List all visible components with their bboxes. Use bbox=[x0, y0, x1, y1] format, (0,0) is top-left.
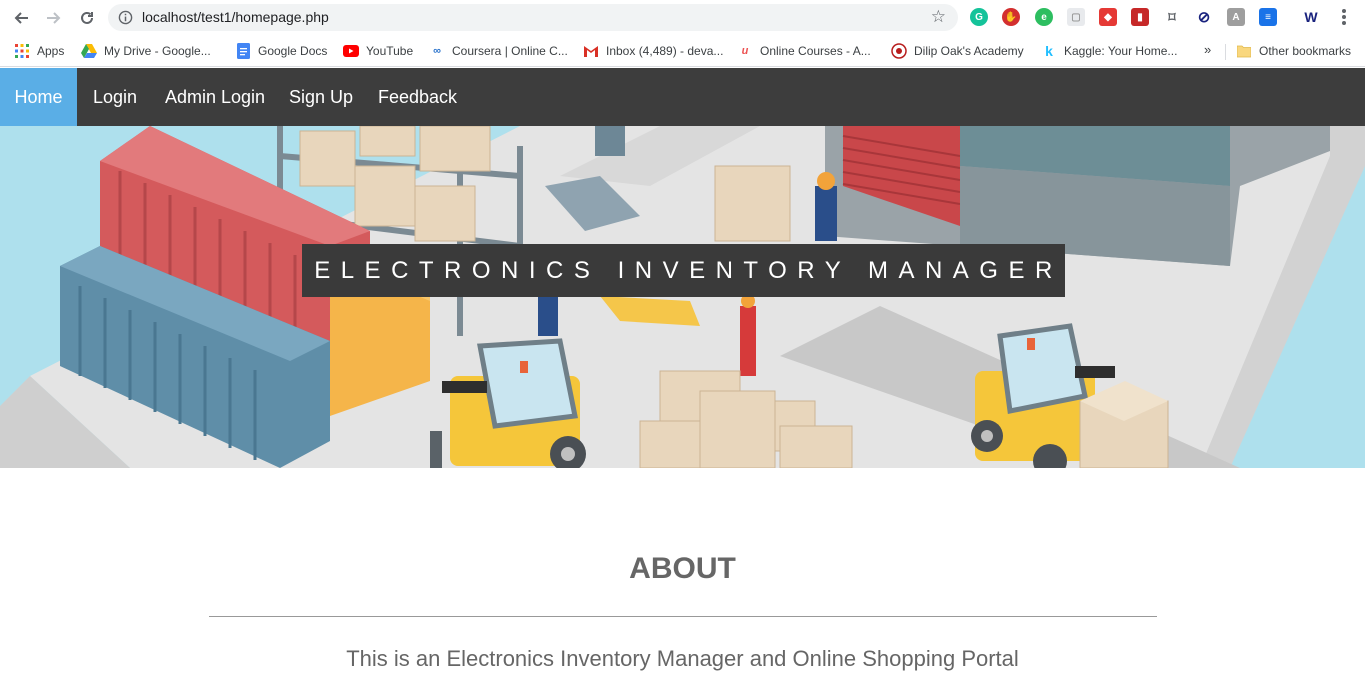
hero-banner: ELECTRONICS INVENTORY MANAGER bbox=[0, 126, 1365, 468]
bookmark-dilip-oak[interactable]: Dilip Oak's Academy bbox=[891, 42, 1024, 60]
browser-toolbar: localhost/test1/homepage.php ☆ G ✋ e ▢ ◆… bbox=[0, 0, 1365, 35]
youtube-icon bbox=[343, 43, 359, 59]
bookmarks-divider bbox=[1225, 44, 1226, 60]
nav-login[interactable]: Login bbox=[77, 68, 153, 126]
extension-icon[interactable]: ▢ bbox=[1067, 8, 1085, 26]
nav-feedback[interactable]: Feedback bbox=[362, 68, 473, 126]
book-icon[interactable]: ▮ bbox=[1131, 8, 1149, 26]
evernote-icon[interactable]: e bbox=[1035, 8, 1053, 26]
bookmark-label: YouTube bbox=[366, 44, 414, 58]
bookmark-label: Google Docs bbox=[258, 44, 328, 58]
google-docs-icon bbox=[235, 43, 251, 59]
url-text: localhost/test1/homepage.php bbox=[142, 9, 329, 25]
back-arrow-icon bbox=[14, 12, 28, 24]
bookmark-my-drive[interactable]: My Drive - Google... bbox=[81, 42, 211, 60]
more-bookmarks-chevron[interactable]: » bbox=[1204, 42, 1211, 57]
nav-sign-up[interactable]: Sign Up bbox=[273, 68, 369, 126]
shield-icon[interactable]: ◆ bbox=[1099, 8, 1117, 26]
apps-grid-icon bbox=[14, 43, 30, 59]
list-icon[interactable]: ≡ bbox=[1259, 8, 1277, 26]
reload-button[interactable] bbox=[75, 6, 99, 30]
address-bar[interactable]: localhost/test1/homepage.php ☆ bbox=[108, 4, 958, 31]
forward-button[interactable] bbox=[42, 6, 66, 30]
bookmarks-bar: Apps My Drive - Google... Google Docs Yo… bbox=[0, 35, 1365, 67]
warehouse-illustration bbox=[0, 126, 1365, 468]
bookmark-icon[interactable]: ⌑ bbox=[1163, 8, 1181, 26]
bookmark-youtube[interactable]: YouTube bbox=[343, 42, 413, 60]
bookmark-apps[interactable]: Apps bbox=[14, 42, 64, 60]
about-divider bbox=[209, 616, 1157, 617]
nav-home[interactable]: Home bbox=[0, 68, 77, 126]
bookmark-label: Kaggle: Your Home... bbox=[1064, 44, 1178, 58]
about-heading: ABOUT bbox=[629, 552, 736, 585]
bookmark-other[interactable]: Other bookmarks bbox=[1236, 42, 1351, 60]
grammarly-icon[interactable]: G bbox=[970, 8, 988, 26]
bookmark-kaggle[interactable]: k Kaggle: Your Home... bbox=[1041, 42, 1177, 60]
folder-icon bbox=[1236, 43, 1252, 59]
chrome-menu-icon[interactable] bbox=[1336, 7, 1352, 27]
nav-admin-login[interactable]: Admin Login bbox=[149, 68, 281, 126]
bookmark-label: Online Courses - A... bbox=[760, 44, 871, 58]
udemy-icon: u bbox=[741, 45, 749, 57]
site-navbar: Home Login Admin Login Sign Up Feedback bbox=[0, 68, 1365, 126]
bookmark-label: Dilip Oak's Academy bbox=[914, 44, 1024, 58]
reload-icon bbox=[81, 11, 93, 24]
block-icon[interactable]: ⊘ bbox=[1195, 8, 1213, 26]
bookmark-gmail[interactable]: Inbox (4,489) - deva... bbox=[583, 42, 723, 60]
wappalyzer-icon[interactable]: W bbox=[1302, 8, 1320, 26]
gmail-icon bbox=[583, 43, 599, 59]
hero-title: ELECTRONICS INVENTORY MANAGER bbox=[302, 244, 1065, 297]
adblock-icon[interactable]: ✋ bbox=[1002, 8, 1020, 26]
bookmark-label: Other bookmarks bbox=[1259, 44, 1352, 58]
bookmark-label: Coursera | Online C... bbox=[452, 44, 568, 58]
bookmark-label: Apps bbox=[37, 44, 65, 58]
info-icon[interactable] bbox=[118, 10, 133, 25]
back-button[interactable] bbox=[9, 6, 33, 30]
bookmark-udemy[interactable]: u Online Courses - A... bbox=[737, 42, 871, 60]
bookmark-label: My Drive - Google... bbox=[104, 44, 211, 58]
bookmark-coursera[interactable]: ∞ Coursera | Online C... bbox=[429, 42, 568, 60]
bookmark-google-docs[interactable]: Google Docs bbox=[235, 42, 327, 60]
translate-icon[interactable]: A bbox=[1227, 8, 1245, 26]
bookmark-label: Inbox (4,489) - deva... bbox=[606, 44, 724, 58]
forward-arrow-icon bbox=[47, 12, 61, 24]
about-description: This is an Electronics Inventory Manager… bbox=[346, 646, 1019, 671]
google-drive-icon bbox=[81, 43, 97, 59]
academy-icon bbox=[891, 43, 907, 59]
bookmark-star-icon[interactable]: ☆ bbox=[931, 7, 946, 27]
coursera-icon: ∞ bbox=[433, 45, 441, 57]
kaggle-icon: k bbox=[1045, 43, 1053, 59]
